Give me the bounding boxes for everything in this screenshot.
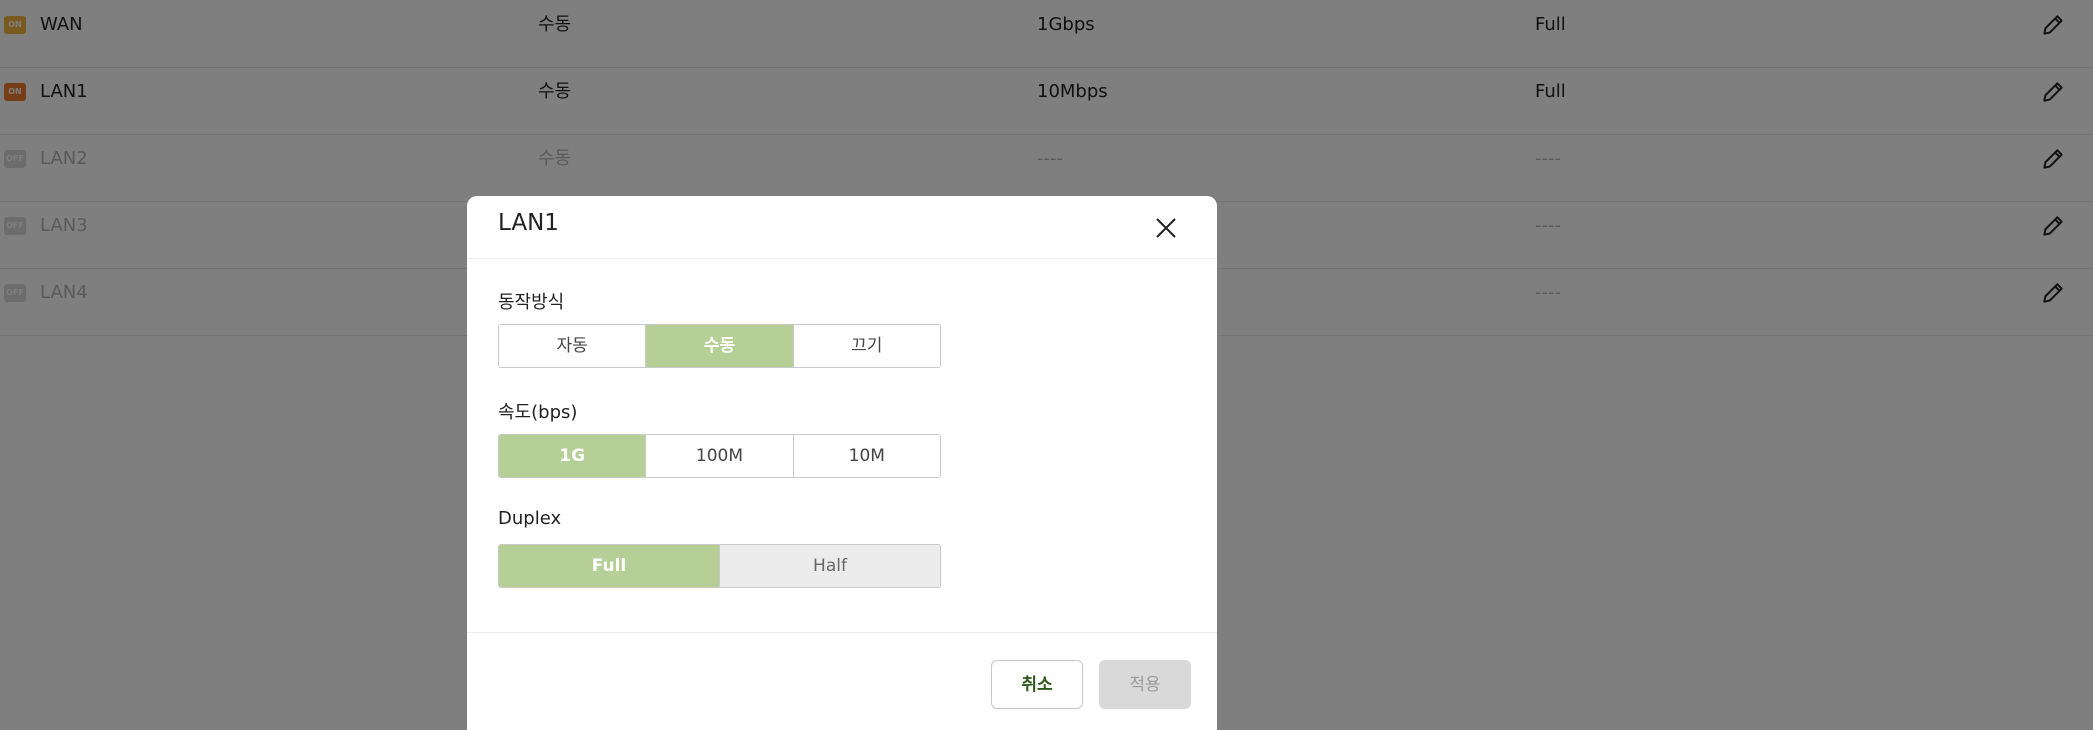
- duplex-option-half[interactable]: Half: [720, 545, 940, 587]
- duplex-option-full[interactable]: Full: [499, 545, 720, 587]
- close-icon[interactable]: [1151, 213, 1181, 243]
- mode-label: 동작방식: [498, 292, 565, 313]
- port-settings-dialog: LAN1 동작방식 자동 수동 끄기 속도(bps) 1G 100M 10M D…: [467, 196, 1217, 730]
- speed-option-1g[interactable]: 1G: [499, 435, 647, 477]
- speed-segmented-control: 1G 100M 10M: [498, 434, 941, 478]
- footer-divider: [467, 632, 1217, 633]
- duplex-label: Duplex: [498, 508, 562, 529]
- speed-option-10m[interactable]: 10M: [793, 435, 940, 477]
- mode-segmented-control: 자동 수동 끄기: [498, 324, 941, 368]
- mode-option-off[interactable]: 끄기: [793, 325, 940, 367]
- cancel-button[interactable]: 취소: [991, 660, 1083, 709]
- duplex-segmented-control: Full Half: [498, 544, 941, 588]
- mode-option-manual[interactable]: 수동: [646, 325, 794, 367]
- mode-option-auto[interactable]: 자동: [499, 325, 647, 367]
- dialog-header: LAN1: [467, 196, 1217, 259]
- dialog-title: LAN1: [498, 210, 559, 236]
- apply-button[interactable]: 적용: [1099, 660, 1191, 709]
- speed-label: 속도(bps): [498, 402, 578, 423]
- speed-option-100m[interactable]: 100M: [646, 435, 794, 477]
